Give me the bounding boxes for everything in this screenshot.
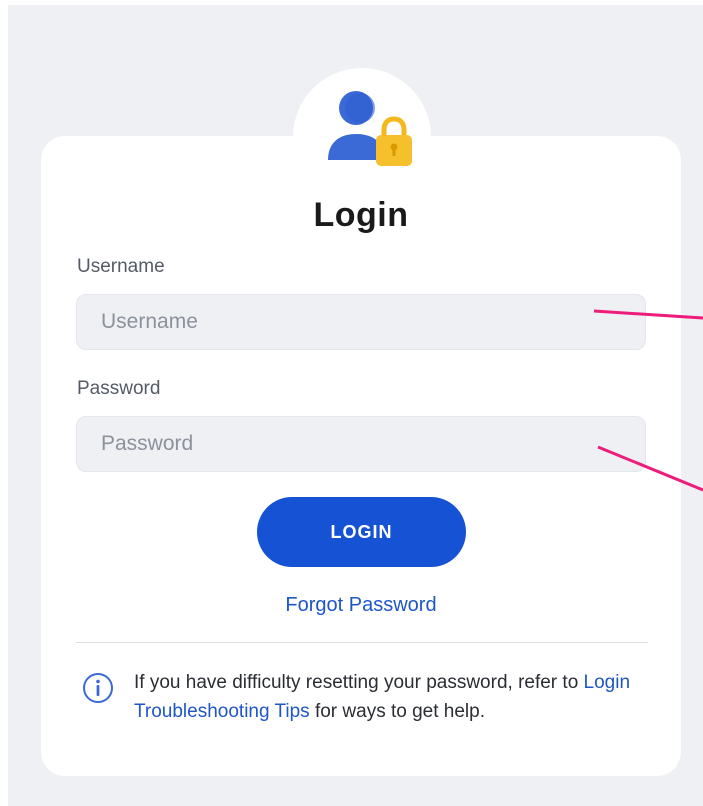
username-label: Username [77,256,165,277]
help-message: If you have difficulty resetting your pa… [134,668,634,726]
forgot-password-link[interactable]: Forgot Password [0,594,703,617]
page-title: Login [313,196,409,234]
help-text-before: If you have difficulty resetting your pa… [134,672,584,693]
password-label: Password [77,378,161,399]
password-input[interactable] [76,416,646,472]
info-icon [83,673,113,703]
username-input[interactable] [76,294,646,350]
divider [76,642,648,643]
user-lock-icon [328,91,412,166]
help-text-after: for ways to get help. [309,701,486,722]
login-button[interactable]: LOGIN [257,497,466,567]
